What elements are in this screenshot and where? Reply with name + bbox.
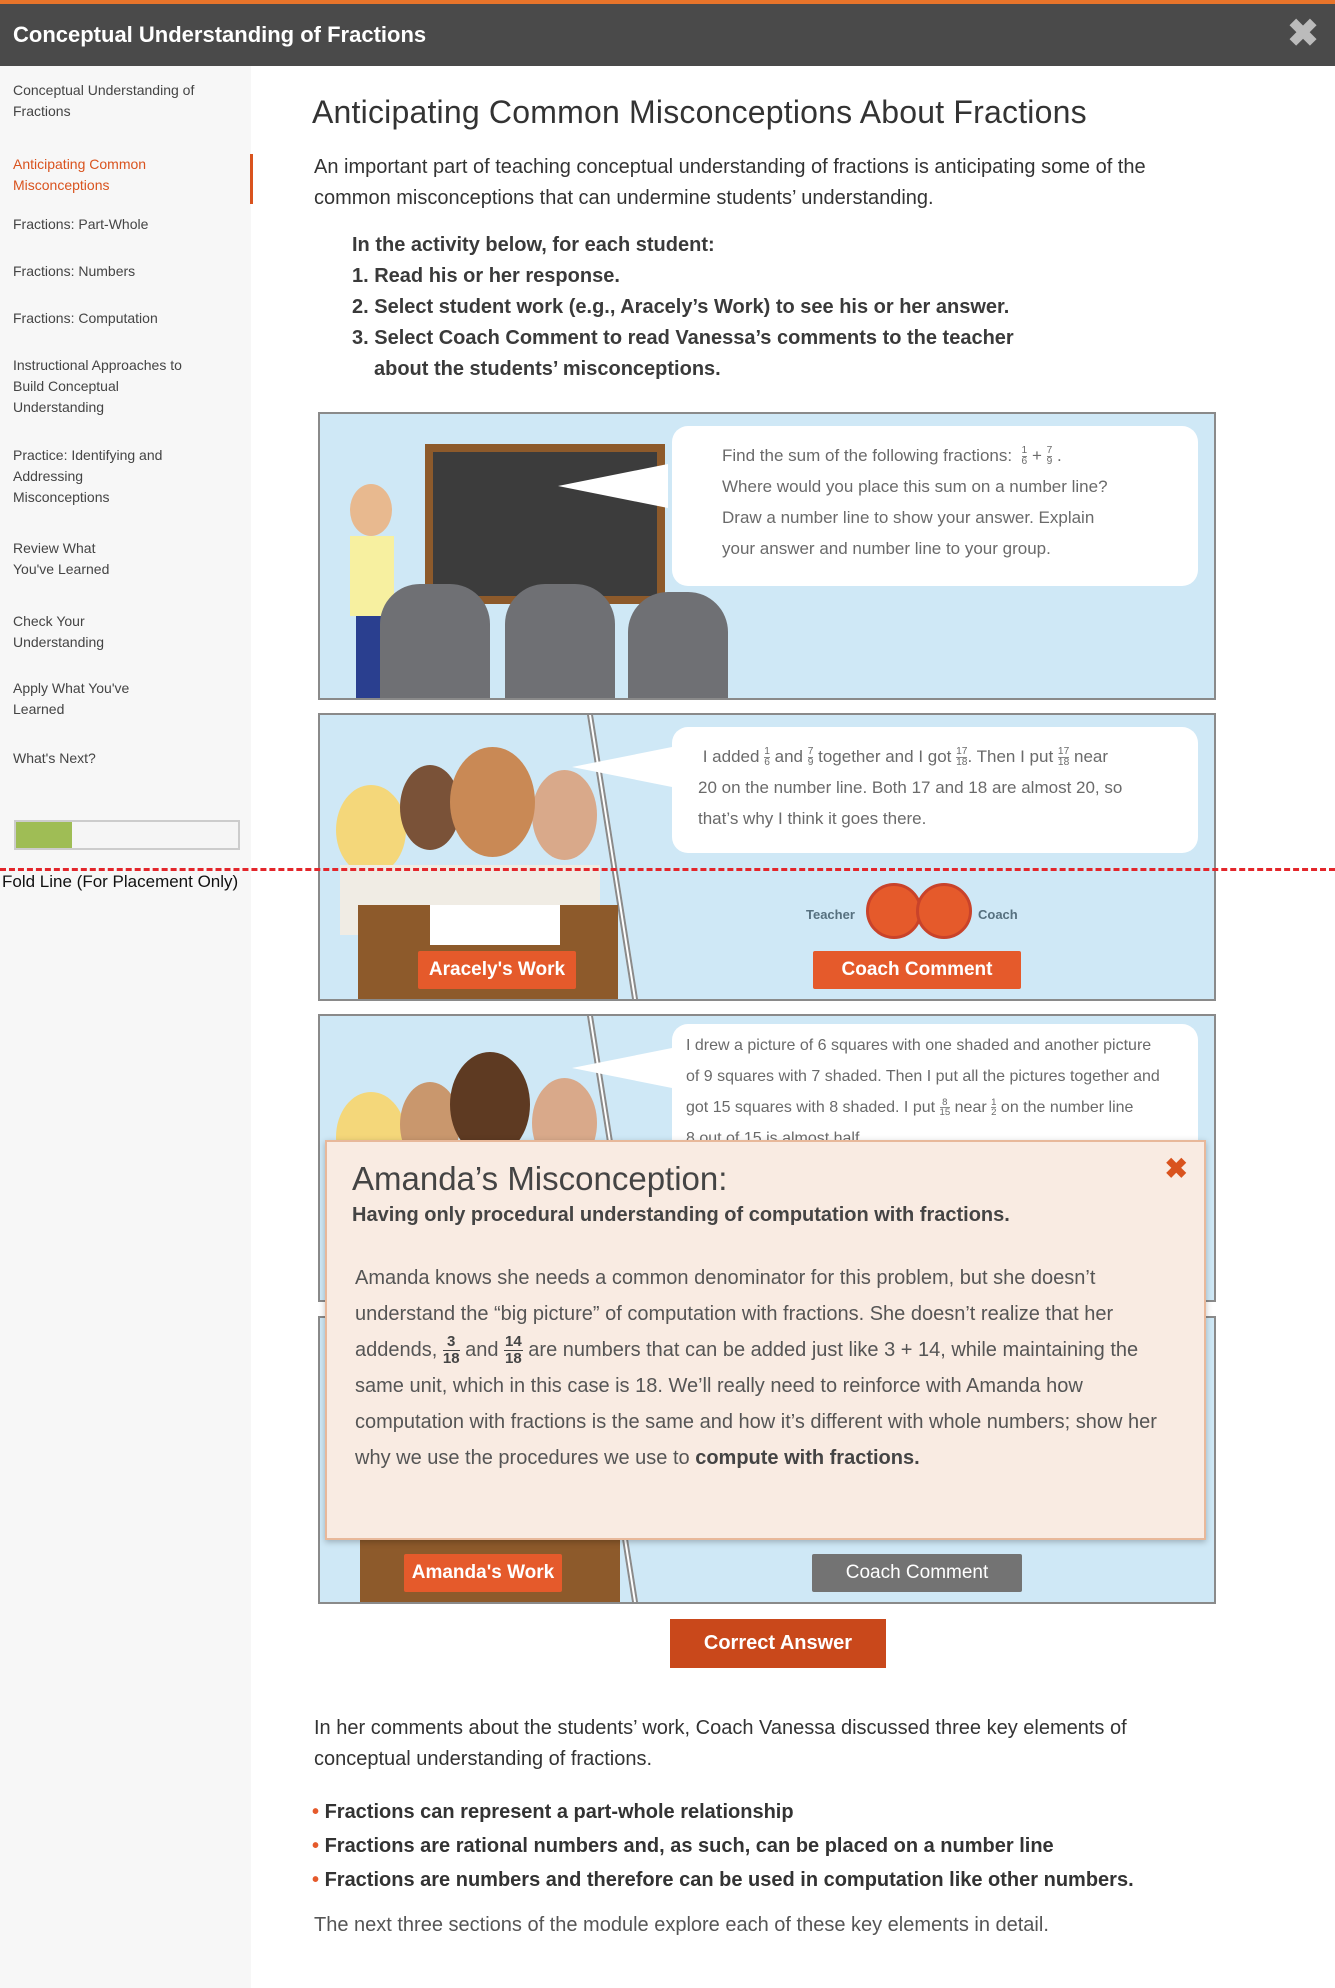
coach-comment-button[interactable]: Coach Comment: [813, 951, 1021, 989]
task-text: Draw a number line to show your answer. …: [722, 508, 1095, 527]
instruction-step: 3. Select Coach Comment to read Vanessa’…: [352, 327, 1014, 349]
sidebar-item-practice[interactable]: Practice: Identifying and Addressing Mis…: [13, 445, 163, 508]
sidebar-item-computation[interactable]: Fractions: Computation: [13, 308, 233, 329]
list-item: Fractions can represent a part-whole rel…: [312, 1795, 1272, 1829]
intro-text: An important part of teaching conceptual…: [314, 156, 1146, 209]
response-text: 20 on the number line. Both 17 and 18 ar…: [698, 778, 1123, 797]
popup-subtitle: Having only procedural understanding of …: [352, 1204, 1010, 1226]
sidebar-item-whats-next[interactable]: What's Next?: [13, 748, 233, 769]
task-text: your answer and number line to your grou…: [722, 539, 1051, 558]
key-elements-list: Fractions can represent a part-whole rel…: [312, 1795, 1272, 1897]
aracely-illustration: [450, 747, 535, 857]
fold-line-label: Fold Line (For Placement Only): [2, 872, 239, 891]
sidebar-item-check-understanding[interactable]: Check Your Understanding: [13, 611, 123, 653]
speech-tail: [558, 464, 668, 508]
teacher-avatar: [866, 883, 922, 939]
student-silhouette: [628, 592, 728, 698]
app-title: Conceptual Understanding of Fractions: [13, 22, 427, 47]
sidebar-item-part-whole[interactable]: Fractions: Part-Whole: [13, 214, 233, 235]
coach-avatar: [916, 883, 972, 939]
coach-label: Coach: [978, 907, 1018, 922]
teacher-label: Teacher: [806, 907, 855, 922]
student-silhouette: [505, 584, 615, 698]
sidebar-item-conceptual-understanding[interactable]: Conceptual Understanding of Fractions: [13, 80, 233, 122]
progress-bar: [14, 820, 240, 850]
aracely-panel: Aracely's Work I added 16 and 79 togethe…: [318, 713, 1216, 1001]
task-bubble: Find the sum of the following fractions:…: [672, 426, 1198, 586]
progress-fill: [16, 822, 72, 848]
instruction-step: 1. Read his or her response.: [352, 265, 620, 287]
task-text: Find the sum of the following fractions:: [722, 446, 1013, 465]
misconception-popup: Amanda’s Misconception: ✖ Having only pr…: [325, 1140, 1206, 1540]
student-silhouette: [380, 584, 490, 698]
instructions: In the activity below, for each student:…: [352, 230, 1192, 385]
fraction: 79: [1046, 444, 1053, 468]
app-header: Conceptual Understanding of Fractions ✖: [0, 0, 1335, 66]
sidebar-item-instructional-approaches[interactable]: Instructional Approaches to Build Concep…: [13, 355, 193, 418]
instructions-lead: In the activity below, for each student:: [352, 234, 715, 256]
speech-tail: [572, 1046, 682, 1090]
summary-text: In her comments about the students’ work…: [314, 1717, 1127, 1770]
popup-title: Amanda’s Misconception:: [352, 1160, 728, 1197]
sidebar-item-numbers[interactable]: Fractions: Numbers: [13, 261, 233, 282]
instruction-step: 2. Select student work (e.g., Aracely’s …: [352, 296, 1010, 318]
sidebar-item-apply[interactable]: Apply What You've Learned: [13, 678, 153, 720]
task-panel: Find the sum of the following fractions:…: [318, 412, 1216, 700]
aracelys-work-button[interactable]: Aracely's Work: [418, 951, 576, 989]
paper-illustration: [430, 905, 560, 945]
student-illustration: [336, 785, 406, 875]
response-text: of 9 squares with 7 shaded. Then I put a…: [686, 1068, 1160, 1085]
speech-tail: [572, 745, 682, 789]
fold-line: [0, 868, 1335, 871]
amandas-work-button[interactable]: Amanda's Work: [404, 1554, 562, 1592]
popup-body: Amanda knows she needs a common denomina…: [355, 1267, 1157, 1469]
sidebar-nav: Conceptual Understanding of Fractions An…: [0, 66, 251, 1988]
list-item: Fractions are rational numbers and, as s…: [312, 1829, 1272, 1863]
instruction-step: about the students’ misconceptions.: [374, 358, 721, 380]
sidebar-item-review[interactable]: Review What You've Learned: [13, 538, 133, 580]
close-icon[interactable]: ✖: [1165, 1152, 1188, 1185]
aracely-bubble: I added 16 and 79 together and I got 17 1…: [672, 727, 1198, 853]
teacher-illustration: [350, 484, 392, 536]
page-title: Anticipating Common Misconceptions About…: [312, 94, 1087, 130]
response-text: I drew a picture of 6 squares with one s…: [686, 1037, 1152, 1054]
closing-text: The next three sections of the module ex…: [314, 1914, 1049, 1936]
active-indicator: [250, 154, 253, 204]
list-item: Fractions are numbers and therefore can …: [312, 1863, 1272, 1897]
close-icon[interactable]: ✖: [1285, 15, 1321, 53]
task-text: Where would you place this sum on a numb…: [722, 477, 1108, 496]
coach-comment-button-active[interactable]: Coach Comment: [812, 1554, 1022, 1592]
plus-sign: +: [1031, 446, 1042, 465]
response-text: that’s why I think it goes there.: [698, 809, 927, 828]
fraction: 16: [1021, 444, 1028, 468]
sidebar-item-anticipating-misconceptions[interactable]: Anticipating Common Misconceptions: [13, 154, 163, 196]
correct-answer-button[interactable]: Correct Answer: [670, 1619, 886, 1668]
